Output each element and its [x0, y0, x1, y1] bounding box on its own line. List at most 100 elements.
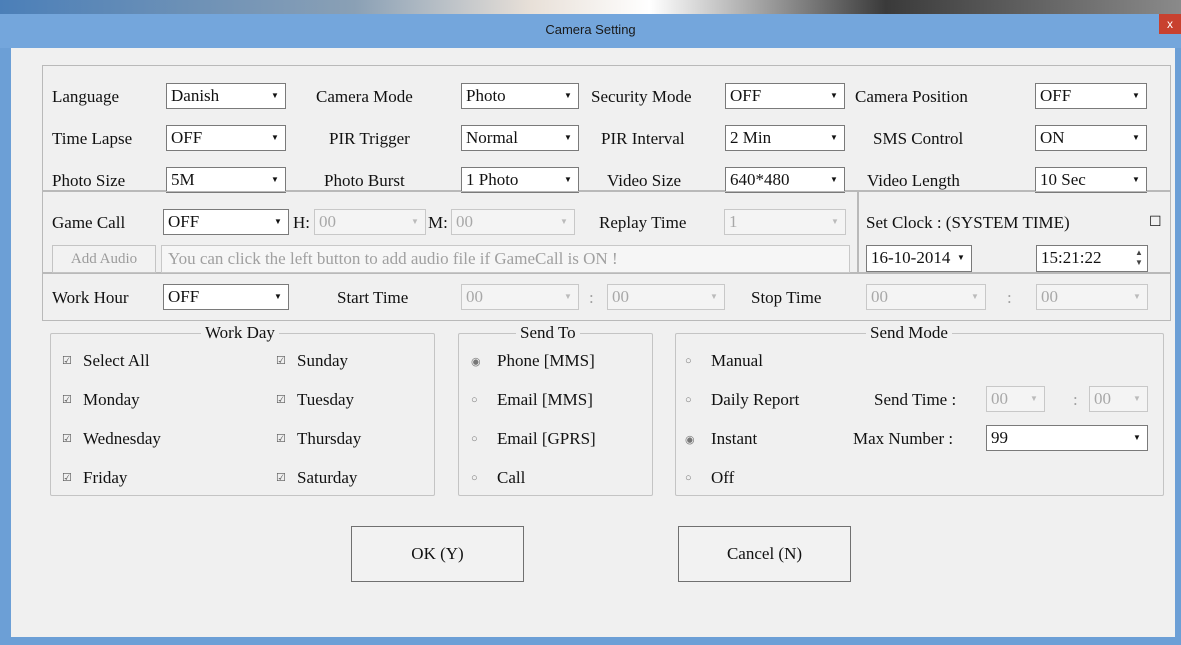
chevron-down-icon[interactable]: ▼: [270, 289, 286, 305]
checkbox-label: Friday: [83, 468, 128, 487]
chevron-down-icon[interactable]: ▼: [270, 214, 286, 230]
saturday-checkbox[interactable]: ☑ Saturday: [276, 468, 357, 488]
chevron-down-icon[interactable]: ▼: [267, 130, 283, 146]
work-day-legend: Work Day: [201, 323, 279, 343]
max-number-select[interactable]: 99 ▼: [986, 425, 1148, 451]
instant-radio[interactable]: ◉ Instant: [685, 429, 757, 449]
chevron-down-icon[interactable]: ▼: [1128, 130, 1144, 146]
photo-size-select[interactable]: 5M ▼: [166, 167, 286, 193]
chevron-down-icon[interactable]: ▼: [560, 130, 576, 146]
send-to-legend: Send To: [516, 323, 580, 343]
monday-checkbox[interactable]: ☑ Monday: [62, 390, 140, 410]
thursday-checkbox[interactable]: ☑ Thursday: [276, 429, 361, 449]
cancel-button[interactable]: Cancel (N): [678, 526, 851, 582]
chevron-down-icon[interactable]: ▼: [1129, 391, 1145, 407]
chevron-down-icon[interactable]: ▼: [826, 130, 842, 146]
chevron-down-icon[interactable]: ▼: [560, 88, 576, 104]
camera-position-select[interactable]: OFF ▼: [1035, 83, 1147, 109]
stop-time-label: Stop Time: [751, 288, 822, 307]
chevron-down-icon[interactable]: ▼: [1129, 289, 1145, 305]
radio-label: Off: [711, 468, 735, 487]
chevron-down-icon[interactable]: ▼: [706, 289, 722, 305]
video-size-select[interactable]: 640*480 ▼: [725, 167, 845, 193]
chevron-down-icon[interactable]: ▼: [967, 289, 983, 305]
chevron-down-icon[interactable]: ▼: [267, 88, 283, 104]
chevron-down-icon[interactable]: ▼: [1129, 430, 1145, 446]
ok-button[interactable]: OK (Y): [351, 526, 524, 582]
chevron-down-icon[interactable]: ▼: [826, 172, 842, 188]
chevron-down-icon[interactable]: ▼: [407, 214, 423, 230]
stop-time-separator: :: [1007, 288, 1012, 307]
friday-checkbox[interactable]: ☑ Friday: [62, 468, 127, 488]
select-all-checkbox[interactable]: ☑ Select All: [62, 351, 150, 371]
game-call-minute-select[interactable]: 00 ▼: [451, 209, 575, 235]
hour-label: H:: [293, 213, 310, 232]
pir-interval-select[interactable]: 2 Min ▼: [725, 125, 845, 151]
stop-minute-select[interactable]: 00 ▼: [1036, 284, 1148, 310]
minute-label: M:: [428, 213, 448, 232]
pir-trigger-value: Normal: [466, 128, 518, 147]
daily-report-radio[interactable]: ○ Daily Report: [685, 390, 799, 410]
game-call-label: Game Call: [52, 213, 126, 232]
add-audio-button[interactable]: Add Audio: [52, 245, 156, 273]
title-bar[interactable]: Camera Setting x: [0, 14, 1181, 48]
time-picker[interactable]: 15:21:22 ▲ ▼: [1036, 245, 1148, 272]
send-time-hour-select[interactable]: 00 ▼: [986, 386, 1045, 412]
radio-label: Instant: [711, 429, 758, 448]
sunday-checkbox[interactable]: ☑ Sunday: [276, 351, 348, 371]
photo-burst-select[interactable]: 1 Photo ▼: [461, 167, 579, 193]
checkbox-checked-icon: ☑: [62, 472, 72, 484]
chevron-down-icon[interactable]: ▼: [556, 214, 572, 230]
radio-selected-icon: ◉: [685, 433, 695, 446]
start-hour-select[interactable]: 00 ▼: [461, 284, 579, 310]
chevron-down-icon[interactable]: ▼: [1026, 391, 1042, 407]
sms-control-label: SMS Control: [873, 129, 964, 148]
chevron-down-icon[interactable]: ▼: [1128, 88, 1144, 104]
chevron-down-icon[interactable]: ▼: [560, 172, 576, 188]
pir-interval-value: 2 Min: [730, 128, 772, 147]
chevron-down-icon[interactable]: ▼: [560, 289, 576, 305]
call-radio[interactable]: ○ Call: [471, 468, 525, 488]
video-length-select[interactable]: 10 Sec ▼: [1035, 167, 1147, 193]
replay-time-select[interactable]: 1 ▼: [724, 209, 846, 235]
chevron-down-icon[interactable]: ▼: [1128, 172, 1144, 188]
radio-icon: ○: [471, 472, 478, 484]
pir-trigger-select[interactable]: Normal ▼: [461, 125, 579, 151]
radio-label: Manual: [711, 351, 763, 370]
start-minute-select[interactable]: 00 ▼: [607, 284, 725, 310]
off-radio[interactable]: ○ Off: [685, 468, 734, 488]
language-select[interactable]: Danish ▼: [166, 83, 286, 109]
wednesday-checkbox[interactable]: ☑ Wednesday: [62, 429, 161, 449]
game-call-select[interactable]: OFF ▼: [163, 209, 289, 235]
close-button[interactable]: x: [1159, 14, 1181, 34]
stop-hour-select[interactable]: 00 ▼: [866, 284, 986, 310]
email-gprs-radio[interactable]: ○ Email [GPRS]: [471, 429, 596, 449]
manual-radio[interactable]: ○ Manual: [685, 351, 763, 371]
checkbox-checked-icon: ☑: [276, 355, 286, 367]
send-time-minute-select[interactable]: 00 ▼: [1089, 386, 1148, 412]
time-lapse-select[interactable]: OFF ▼: [166, 125, 286, 151]
spinner-icon[interactable]: ▲ ▼: [1133, 248, 1145, 268]
send-mode-legend: Send Mode: [866, 323, 952, 343]
work-hour-select[interactable]: OFF ▼: [163, 284, 289, 310]
security-mode-select[interactable]: OFF ▼: [725, 83, 845, 109]
chevron-down-icon[interactable]: ▼: [953, 250, 969, 266]
send-time-separator: :: [1073, 390, 1078, 409]
game-call-value: OFF: [168, 212, 200, 231]
game-call-hour-select[interactable]: 00 ▼: [314, 209, 426, 235]
start-time-separator: :: [589, 288, 594, 307]
chevron-down-icon[interactable]: ▼: [267, 172, 283, 188]
sms-control-select[interactable]: ON ▼: [1035, 125, 1147, 151]
tuesday-checkbox[interactable]: ☑ Tuesday: [276, 390, 354, 410]
email-mms-radio[interactable]: ○ Email [MMS]: [471, 390, 593, 410]
checkbox-label: Monday: [83, 390, 140, 409]
chevron-down-icon[interactable]: ▼: [827, 214, 843, 230]
radio-icon: ○: [685, 394, 692, 406]
date-picker[interactable]: 16-10-2014 ▼: [866, 245, 972, 272]
photo-size-value: 5M: [171, 170, 195, 189]
system-time-checkbox[interactable]: ☐: [1149, 213, 1162, 233]
chevron-down-icon[interactable]: ▼: [826, 88, 842, 104]
camera-mode-select[interactable]: Photo ▼: [461, 83, 579, 109]
phone-mms-radio[interactable]: ◉ Phone [MMS]: [471, 351, 595, 371]
language-value: Danish: [171, 86, 220, 105]
